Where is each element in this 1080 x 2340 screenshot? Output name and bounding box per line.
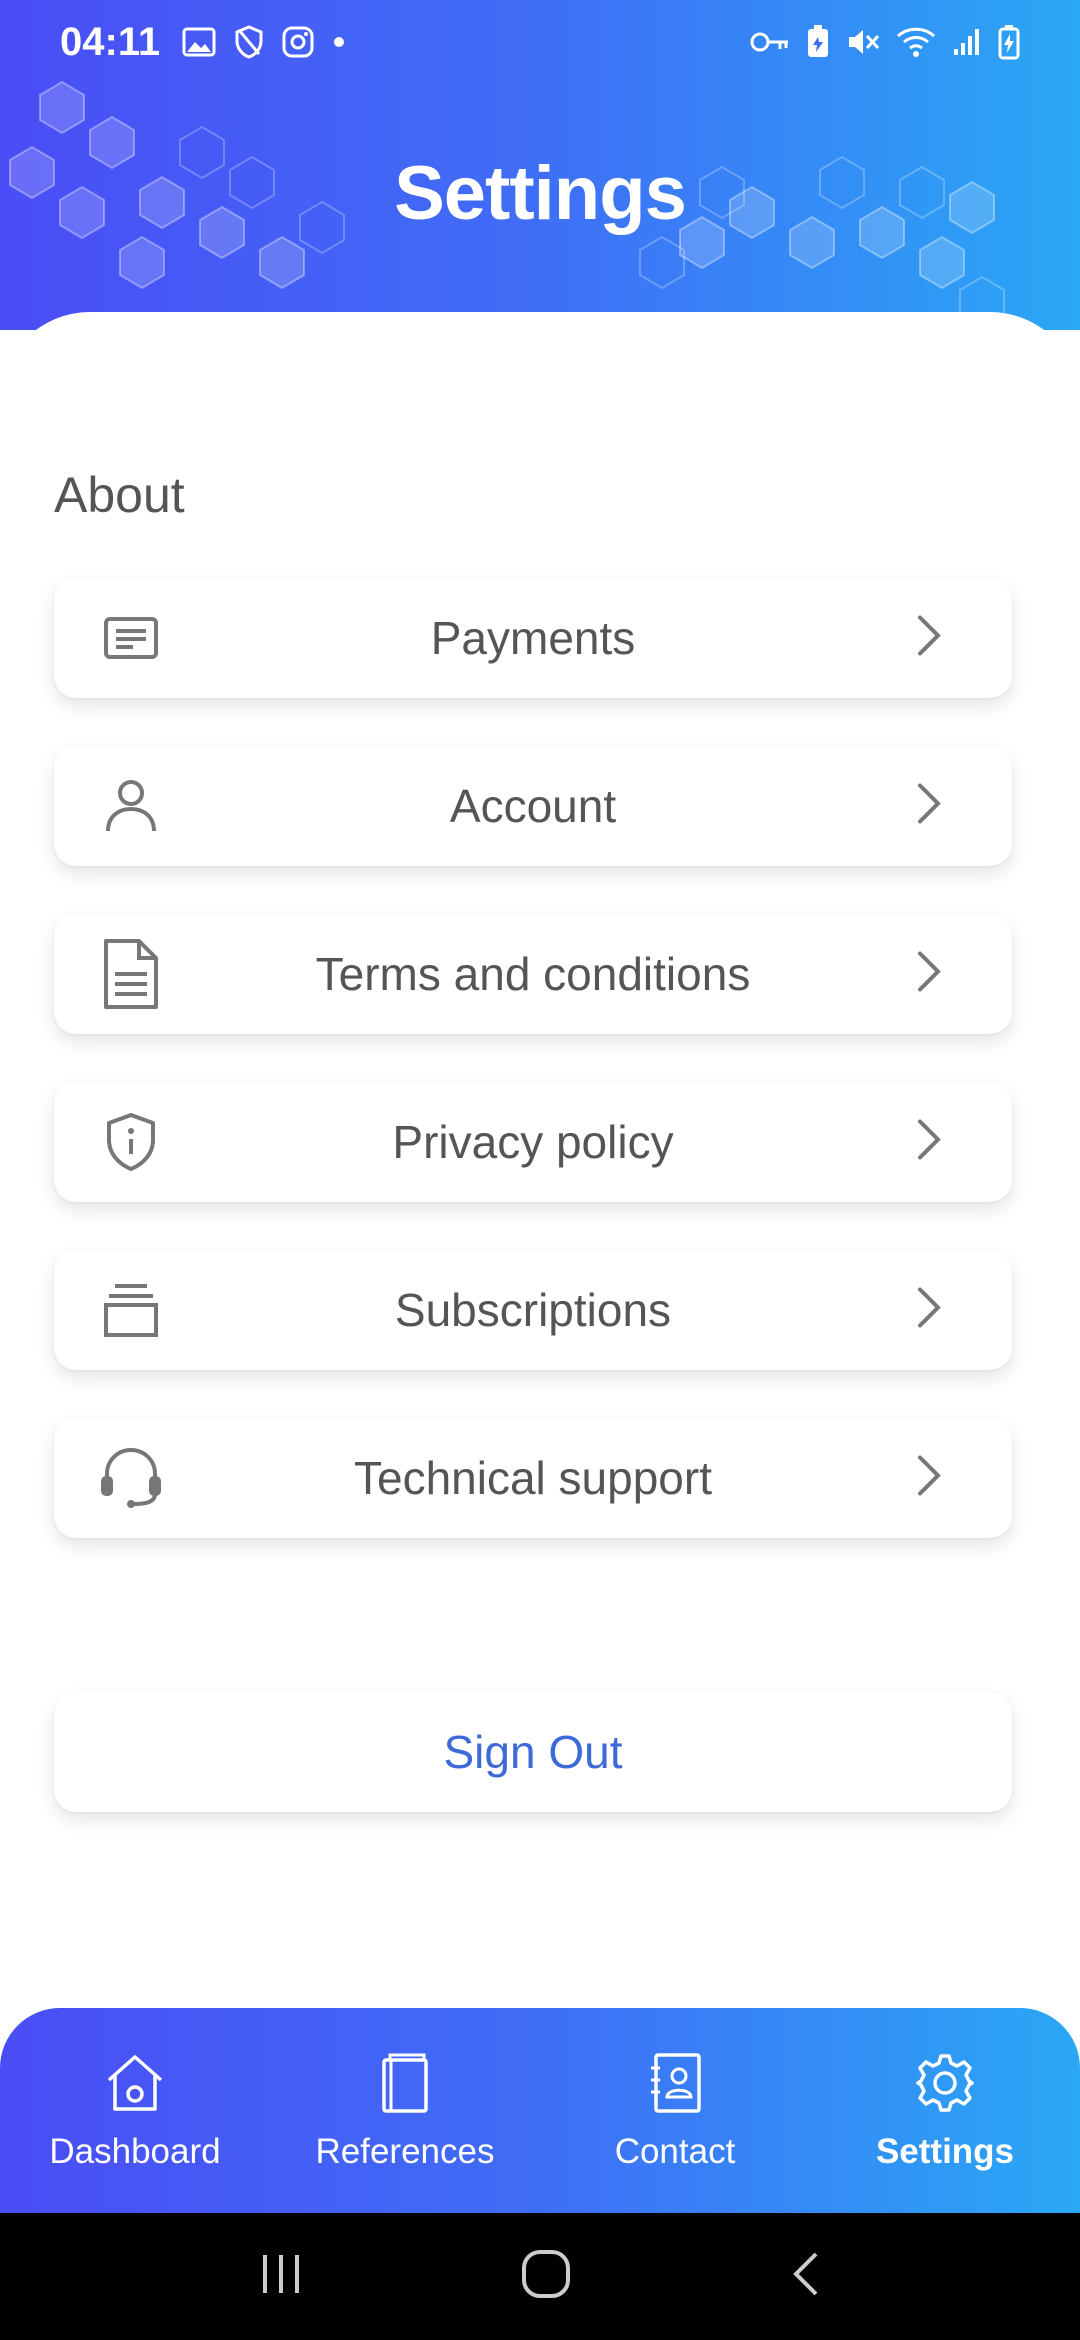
chevron-right-icon [916, 1286, 942, 1335]
menu-item-label: Account [449, 780, 617, 832]
chevron-right-icon [916, 782, 942, 831]
payments-icon [98, 605, 164, 671]
headset-icon [98, 1445, 164, 1511]
back-icon[interactable] [788, 2250, 822, 2303]
menu-item-label: Subscriptions [394, 1284, 672, 1336]
book-icon [380, 2052, 430, 2114]
nav-item-settings[interactable]: Settings [810, 2008, 1080, 2213]
status-time: 04:11 [60, 19, 161, 64]
battery-charging-icon [998, 24, 1020, 60]
home-icon [104, 2052, 166, 2114]
image-icon [182, 27, 216, 57]
nav-label: Contact [614, 2132, 736, 2171]
chevron-right-icon [916, 950, 942, 999]
mute-icon [846, 26, 880, 58]
system-nav-bar [0, 2213, 1080, 2340]
page-title: Settings [394, 151, 687, 236]
gear-icon [914, 2052, 976, 2114]
recent-apps-icon[interactable] [258, 2251, 304, 2302]
nav-label: References [315, 2132, 495, 2171]
chevron-right-icon [916, 1118, 942, 1167]
account-icon [98, 773, 164, 839]
menu-item-account[interactable]: Account [54, 746, 1012, 866]
signal-icon [952, 27, 982, 57]
menu-item-support[interactable]: Technical support [54, 1418, 1012, 1538]
contact-book-icon [648, 2052, 702, 2114]
chevron-right-icon [916, 1454, 942, 1503]
menu-item-label: Privacy policy [392, 1116, 674, 1168]
key-icon [750, 29, 790, 55]
menu-item-privacy[interactable]: Privacy policy [54, 1082, 1012, 1202]
menu-item-terms[interactable]: Terms and conditions [54, 914, 1012, 1034]
instagram-icon [282, 26, 314, 58]
menu-item-label: Technical support [354, 1452, 712, 1504]
wifi-icon [896, 26, 936, 58]
battery-saver-icon [806, 25, 830, 59]
chevron-right-icon [916, 614, 942, 663]
section-title: About [54, 467, 185, 523]
menu-item-label: Payments [430, 612, 636, 664]
header: 04:11 Settings [0, 0, 1080, 330]
nav-label: Settings [875, 2132, 1015, 2171]
privacy-shield-icon [98, 1109, 164, 1175]
sign-out-button[interactable]: Sign Out [54, 1692, 1012, 1812]
shield-icon [234, 25, 264, 59]
subscriptions-icon [98, 1277, 164, 1343]
bottom-nav: Dashboard References Contact Settings [0, 2008, 1080, 2213]
menu-item-payments[interactable]: Payments [54, 578, 1012, 698]
home-button-icon[interactable] [520, 2248, 572, 2305]
document-icon [98, 939, 164, 1009]
nav-item-references[interactable]: References [270, 2008, 540, 2213]
menu-item-label: Terms and conditions [315, 948, 751, 1000]
menu-item-subscriptions[interactable]: Subscriptions [54, 1250, 1012, 1370]
nav-label: Dashboard [49, 2132, 221, 2171]
nav-item-contact[interactable]: Contact [540, 2008, 810, 2213]
nav-item-dashboard[interactable]: Dashboard [0, 2008, 270, 2213]
dot-icon [332, 35, 346, 49]
status-bar: 04:11 [0, 0, 1080, 84]
